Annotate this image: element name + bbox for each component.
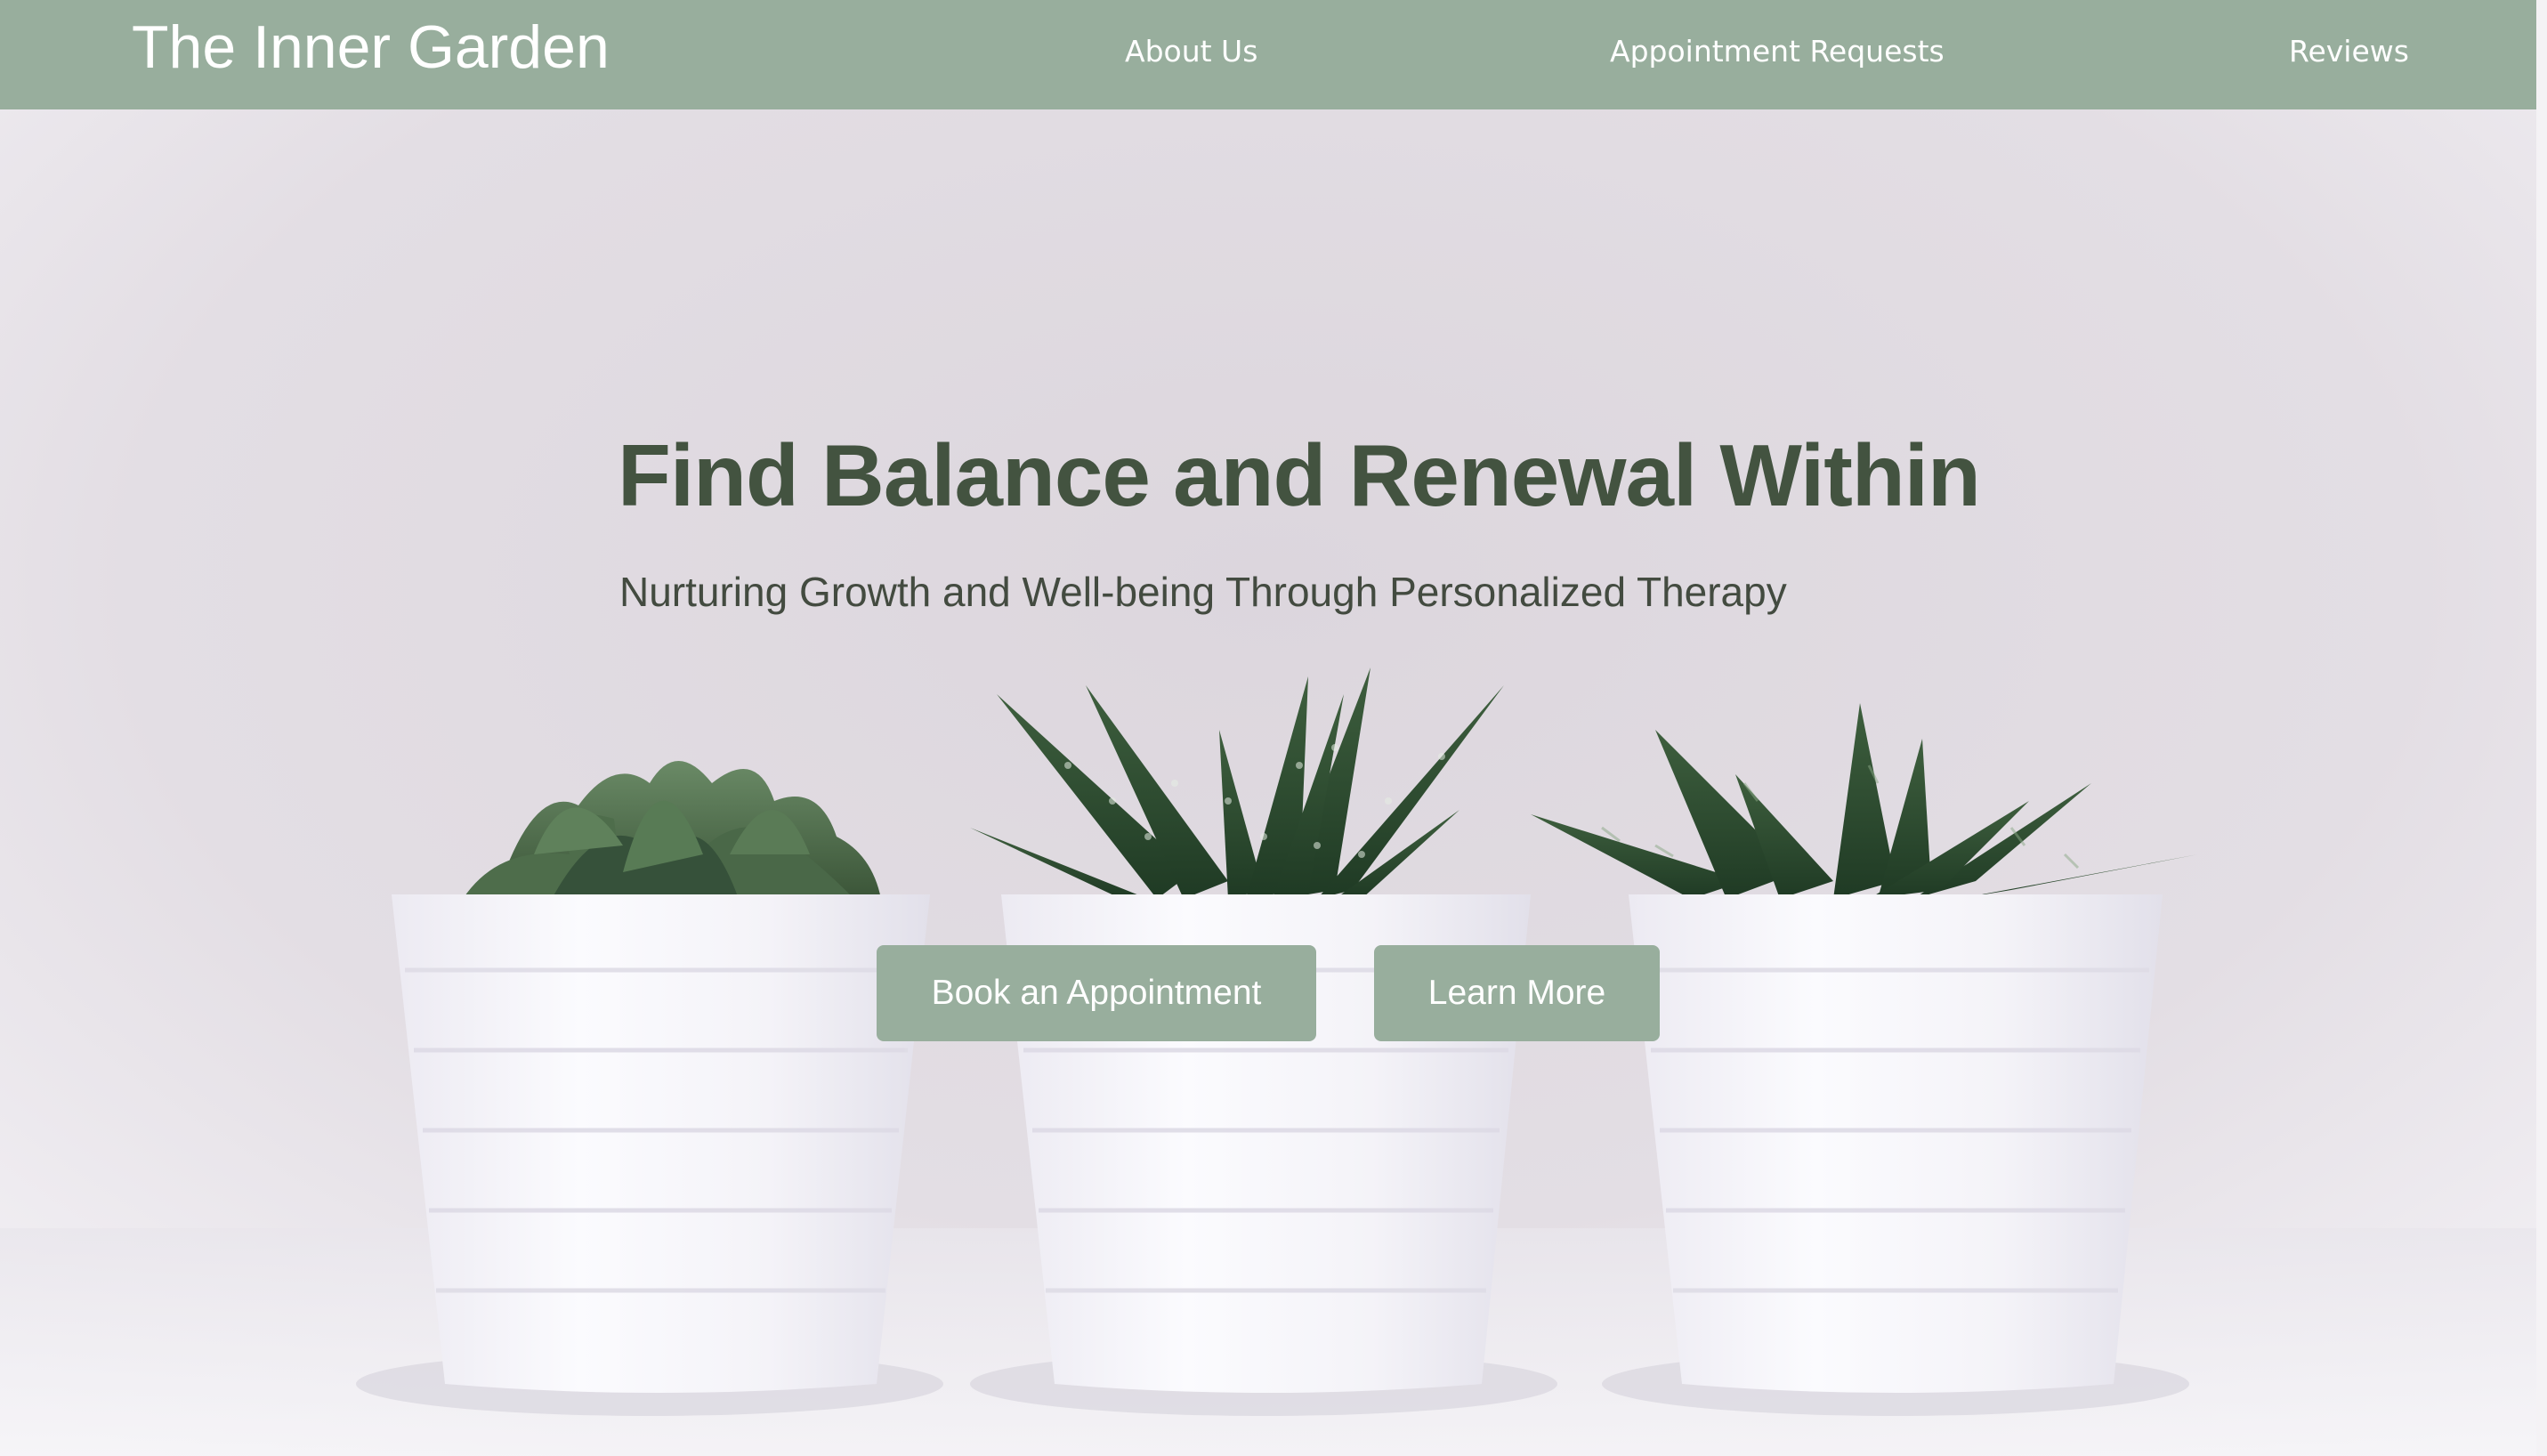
nav-link-about-us[interactable]: About Us <box>1125 34 1257 69</box>
nav-link-appointment-requests[interactable]: Appointment Requests <box>1610 34 1945 69</box>
navbar: The Inner Garden About Us Appointment Re… <box>0 0 2536 109</box>
site-logo-text[interactable]: The Inner Garden <box>132 12 610 82</box>
hero-title: Find Balance and Renewal Within <box>618 426 1981 524</box>
hero-subtitle: Nurturing Growth and Well-being Through … <box>619 569 1787 615</box>
learn-more-button[interactable]: Learn More <box>1374 945 1660 1041</box>
page: The Inner Garden About Us Appointment Re… <box>0 0 2547 1456</box>
hero-background-image <box>0 0 2547 1456</box>
scrollbar-gutter[interactable] <box>2536 0 2547 1456</box>
nav-link-reviews[interactable]: Reviews <box>2289 34 2409 69</box>
book-appointment-button[interactable]: Book an Appointment <box>877 945 1316 1041</box>
